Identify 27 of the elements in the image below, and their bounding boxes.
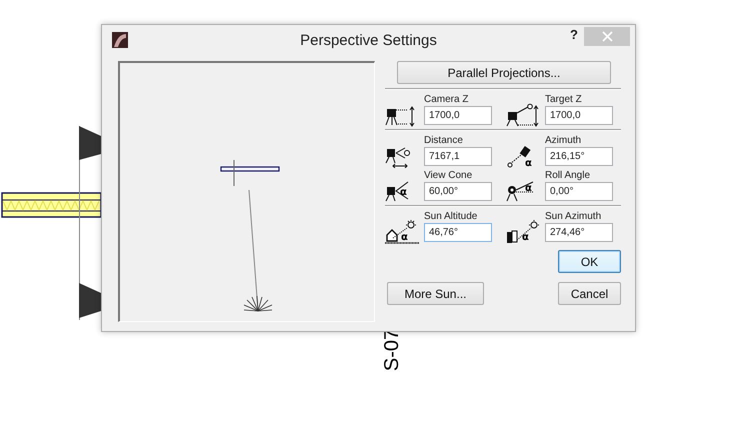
field-label: View Cone [424,169,474,182]
input-field[interactable]: 1700,0 [424,106,492,125]
field-label: Sun Altitude [424,210,478,223]
field-label: Azimuth [545,134,582,147]
field-label: Roll Angle [545,169,592,182]
ok-button[interactable]: OK [558,250,621,273]
input-field[interactable]: 7167,1 [424,147,492,166]
more-sun-button[interactable]: More Sun... [386,282,484,305]
field-label: Sun Azimuth [545,210,602,223]
target-height-icon [506,103,540,127]
input-field[interactable]: 1700,0 [545,106,613,125]
window-title: Perspective Settings [300,32,437,48]
field-label: Distance [424,134,464,147]
cancel-button[interactable]: Cancel [558,282,621,305]
close-icon[interactable] [602,31,612,42]
field-label: Camera Z [424,93,470,106]
input-field[interactable]: 0,00° [545,182,613,201]
section-label: S-07 [380,328,404,374]
input-field[interactable]: 274,46° [545,223,613,242]
parallel-projections-button[interactable]: Parallel Projections... [396,61,611,84]
input-field[interactable]: 216,15° [545,147,613,166]
input-field[interactable]: 46,76° [424,223,492,242]
input-field[interactable]: 60,00° [424,182,492,201]
app-icon [112,32,128,48]
close-button[interactable] [584,27,630,46]
help-button[interactable]: ? [566,27,582,42]
field-label: Target Z [545,93,583,106]
